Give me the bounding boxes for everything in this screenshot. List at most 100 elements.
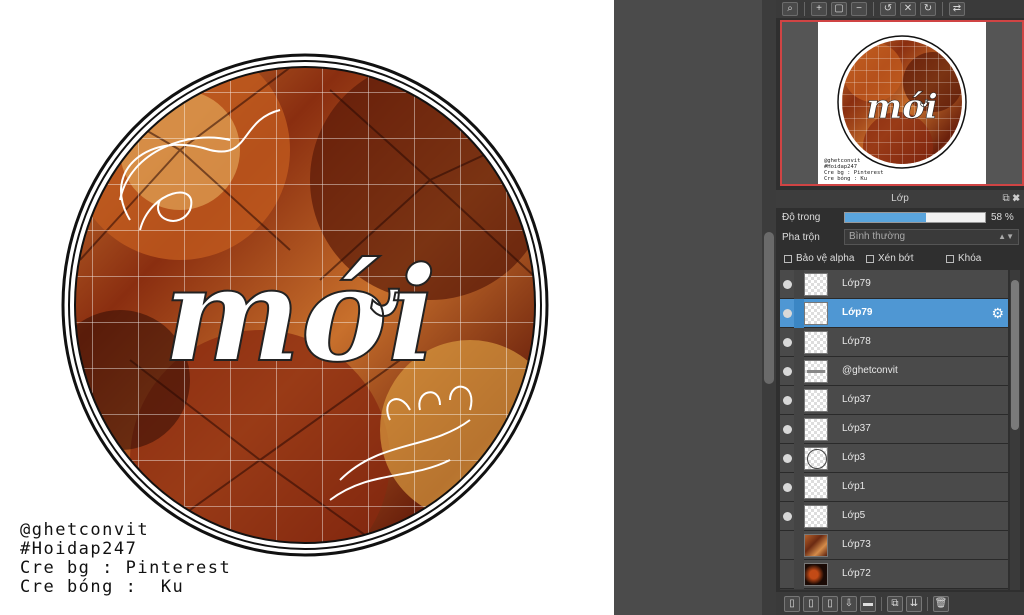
lock-checkbox[interactable]: Khóa xyxy=(946,253,981,264)
gear-icon[interactable]: ⚙ xyxy=(991,305,1004,322)
mini-credit-line: Cre bóng : Ku xyxy=(824,176,868,182)
credit-line: Cre bóng : Ku xyxy=(20,577,185,597)
trash-icon[interactable]: 🗑 xyxy=(933,595,949,612)
visibility-eye-icon[interactable] xyxy=(783,396,792,405)
layer-row[interactable]: Lớp79 xyxy=(780,270,1008,299)
layer-thumbnail xyxy=(804,389,828,412)
navigator-preview[interactable]: mới @ghetconvit #Hoidap247 Cre bg : Pint… xyxy=(780,20,1024,186)
layer-thumbnail xyxy=(804,476,828,499)
visibility-eye-icon[interactable] xyxy=(783,338,792,347)
layer-row[interactable]: Lớp73 xyxy=(780,531,1008,560)
folder-icon[interactable]: ▬ xyxy=(860,595,876,612)
layer-options-row: Bảo vệ alpha Xén bớt Khóa xyxy=(776,251,1024,267)
layer-list-scrollbar[interactable] xyxy=(1010,270,1020,590)
visibility-eye-icon[interactable] xyxy=(783,425,792,434)
drawing-canvas[interactable]: mới @ghetconvit #Hoidap247 Cre bg : Pint… xyxy=(0,0,614,615)
checkbox-box[interactable] xyxy=(946,254,954,263)
layer-row[interactable]: @ghetconvit xyxy=(780,357,1008,386)
layer-clip-indicator xyxy=(794,357,804,386)
layer-row[interactable]: Lớp37 xyxy=(780,415,1008,444)
protect-alpha-checkbox[interactable]: Bảo vệ alpha xyxy=(784,253,854,264)
layer-clip-indicator xyxy=(794,270,804,299)
visibility-eye-icon[interactable] xyxy=(783,512,792,521)
layer-clip-indicator xyxy=(794,473,804,502)
layer-name: Lớp79 xyxy=(842,278,871,289)
credit-line: #Hoidap247 xyxy=(20,539,138,559)
layer-row[interactable]: Lớp79 ⚙ xyxy=(780,299,1008,328)
layer-row[interactable]: Lớp5 xyxy=(780,502,1008,531)
zoom-icon[interactable]: ⌕ xyxy=(782,2,798,16)
fit-icon[interactable]: ▢ xyxy=(831,2,847,16)
layer-thumbnail xyxy=(804,563,828,586)
reset-icon[interactable]: ✕ xyxy=(900,2,916,16)
merge-icon[interactable]: ⇊ xyxy=(906,595,922,612)
layer-row[interactable]: Lớp1 xyxy=(780,473,1008,502)
scrollbar-thumb[interactable] xyxy=(1011,280,1019,430)
protect-alpha-label: Bảo vệ alpha xyxy=(796,253,855,264)
duplicate-icon[interactable]: ⧉ xyxy=(887,595,903,612)
layer-clip-indicator xyxy=(794,502,804,531)
layer-name: Lớp73 xyxy=(842,539,871,550)
close-icon[interactable]: ✖ xyxy=(1012,193,1020,204)
popout-icon[interactable]: ⧉ xyxy=(1002,193,1009,204)
layer-thumbnail xyxy=(804,331,828,354)
canvas-title-text: mới xyxy=(163,238,437,391)
visibility-eye-icon[interactable] xyxy=(783,454,792,463)
lock-label: Khóa xyxy=(958,253,982,264)
scrollbar-thumb[interactable] xyxy=(764,232,774,384)
layers-panel-header: Lớp ⧉ ✖ xyxy=(776,190,1024,208)
opacity-row: Độ trong 58 % xyxy=(776,209,1024,227)
layer-toolbar: ▯ ▯ ▯ ⇩ ▬ ⧉ ⇊ 🗑 xyxy=(776,592,1024,615)
layer-name: Lớp79 xyxy=(842,307,873,318)
layer-clip-indicator xyxy=(794,531,804,560)
visibility-eye-icon[interactable] xyxy=(783,367,792,376)
layer-clip-indicator xyxy=(794,386,804,415)
visibility-eye-icon[interactable] xyxy=(783,309,792,318)
layer-name: Lớp78 xyxy=(842,336,871,347)
opacity-label: Độ trong xyxy=(782,212,821,223)
new-layer-icon[interactable]: ▯ xyxy=(784,595,800,612)
layer-thumbnail xyxy=(804,534,828,557)
layer-row[interactable]: Lớp37 xyxy=(780,386,1008,415)
zoom-in-icon[interactable]: + xyxy=(811,2,827,16)
right-panel: ⌕ + ▢ − ↺ ✕ ↻ ⇄ mới @ghetconvit #Hoidap2… xyxy=(776,0,1024,615)
layer-row[interactable]: Lớp78 xyxy=(780,328,1008,357)
zoom-out-icon[interactable]: − xyxy=(851,2,867,16)
navigator-title-text: mới xyxy=(866,87,938,127)
visibility-eye-icon[interactable] xyxy=(783,483,792,492)
chevron-down-icon: ▲▼ xyxy=(998,232,1014,241)
opacity-slider[interactable] xyxy=(844,212,986,223)
layer-name: Lớp72 xyxy=(842,568,871,579)
visibility-eye-icon[interactable] xyxy=(783,280,792,289)
layer-row[interactable]: Lớp3 xyxy=(780,444,1008,473)
layer-thumbnail xyxy=(804,505,828,528)
blend-row: Pha trộn Bình thường ▲▼ xyxy=(776,228,1024,246)
layer-name: Lớp37 xyxy=(842,423,871,434)
copy-layer-icon[interactable]: ▯ xyxy=(822,595,838,612)
clipping-checkbox[interactable]: Xén bớt xyxy=(866,253,913,264)
layer-row[interactable]: Lớp72 xyxy=(780,560,1008,589)
canvas-vertical-scrollbar[interactable] xyxy=(762,0,776,615)
navigator-credits: @ghetconvit #Hoidap247 Cre bg : Pinteres… xyxy=(824,158,884,182)
blend-mode-select[interactable]: Bình thường ▲▼ xyxy=(844,229,1019,245)
rotate-left-icon[interactable]: ↺ xyxy=(880,2,896,16)
layer-clip-indicator xyxy=(794,328,804,357)
checkbox-box[interactable] xyxy=(784,254,792,263)
checkbox-box[interactable] xyxy=(866,254,874,263)
layers-panel-title: Lớp xyxy=(891,193,909,204)
navigator-toolbar: ⌕ + ▢ − ↺ ✕ ↻ ⇄ xyxy=(776,0,1024,18)
blend-mode-value: Bình thường xyxy=(849,231,906,242)
layer-clip-indicator xyxy=(794,444,804,473)
clipping-label: Xén bớt xyxy=(878,253,914,264)
layer-clip-indicator xyxy=(794,560,804,589)
new-layer-option-icon[interactable]: ▯ xyxy=(803,595,819,612)
import-icon[interactable]: ⇩ xyxy=(841,595,857,612)
rotate-right-icon[interactable]: ↻ xyxy=(920,2,936,16)
layer-list[interactable]: Lớp79 Lớp79 ⚙ Lớp78 @ghetconvit Lớp37 Lớp37 Lớp… xyxy=(780,270,1008,590)
layer-clip-indicator xyxy=(794,415,804,444)
layer-thumbnail xyxy=(804,447,828,470)
credit-line: @ghetconvit xyxy=(20,520,150,540)
layer-name: @ghetconvit xyxy=(842,365,898,376)
flip-icon[interactable]: ⇄ xyxy=(949,2,965,16)
layer-thumbnail xyxy=(804,302,828,325)
